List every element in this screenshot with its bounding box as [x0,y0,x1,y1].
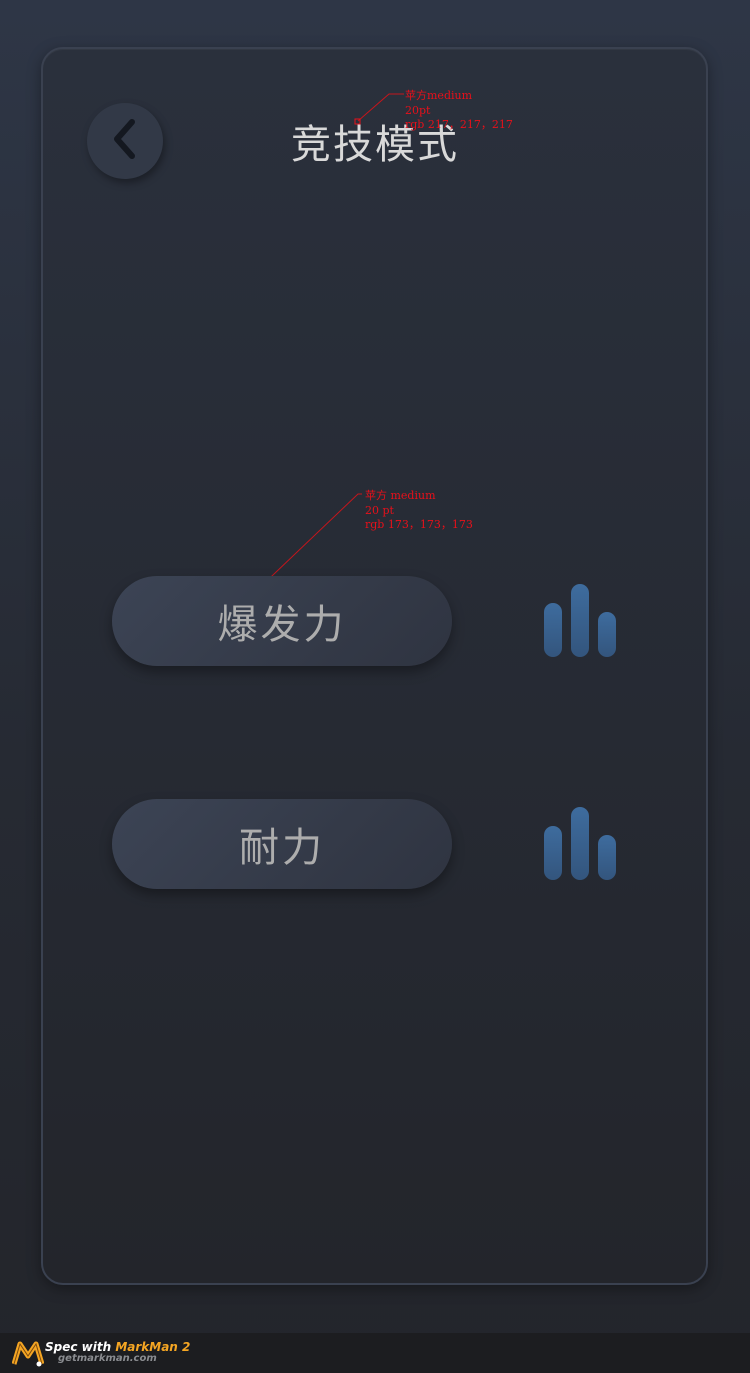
brand-name: MarkMan 2 [115,1340,191,1354]
annotation-size: 20 pt [365,503,394,517]
mode-label: 耐力 [239,825,325,871]
title-font-annotation: 苹方medium 20pt rgb 217，217，217 [405,89,513,133]
annotation-font: 苹方 medium [365,489,436,502]
annotation-font: 苹方medium [405,89,473,102]
annotation-size: 20pt [405,103,431,117]
annotation-color: rgb 173，173，173 [365,518,473,531]
brand-prefix: Spec with [45,1340,116,1354]
markman-brand: Spec with MarkMan 2 [45,1340,190,1354]
markman-footer: Spec with MarkMan 2 getmarkman.com [0,1333,750,1373]
mode-button-endurance[interactable]: 耐力 [112,799,452,889]
button-font-annotation: 苹方 medium 20 pt rgb 173，173，173 [365,489,473,533]
bar-chart-icon [544,807,616,881]
mode-label: 爆发力 [217,602,347,648]
markman-url[interactable]: getmarkman.com [58,1353,157,1364]
mode-button-explosive[interactable]: 爆发力 [112,576,452,666]
markman-logo-icon [11,1340,45,1372]
bar-chart-icon [544,584,616,658]
annotation-color: rgb 217，217，217 [405,118,513,131]
